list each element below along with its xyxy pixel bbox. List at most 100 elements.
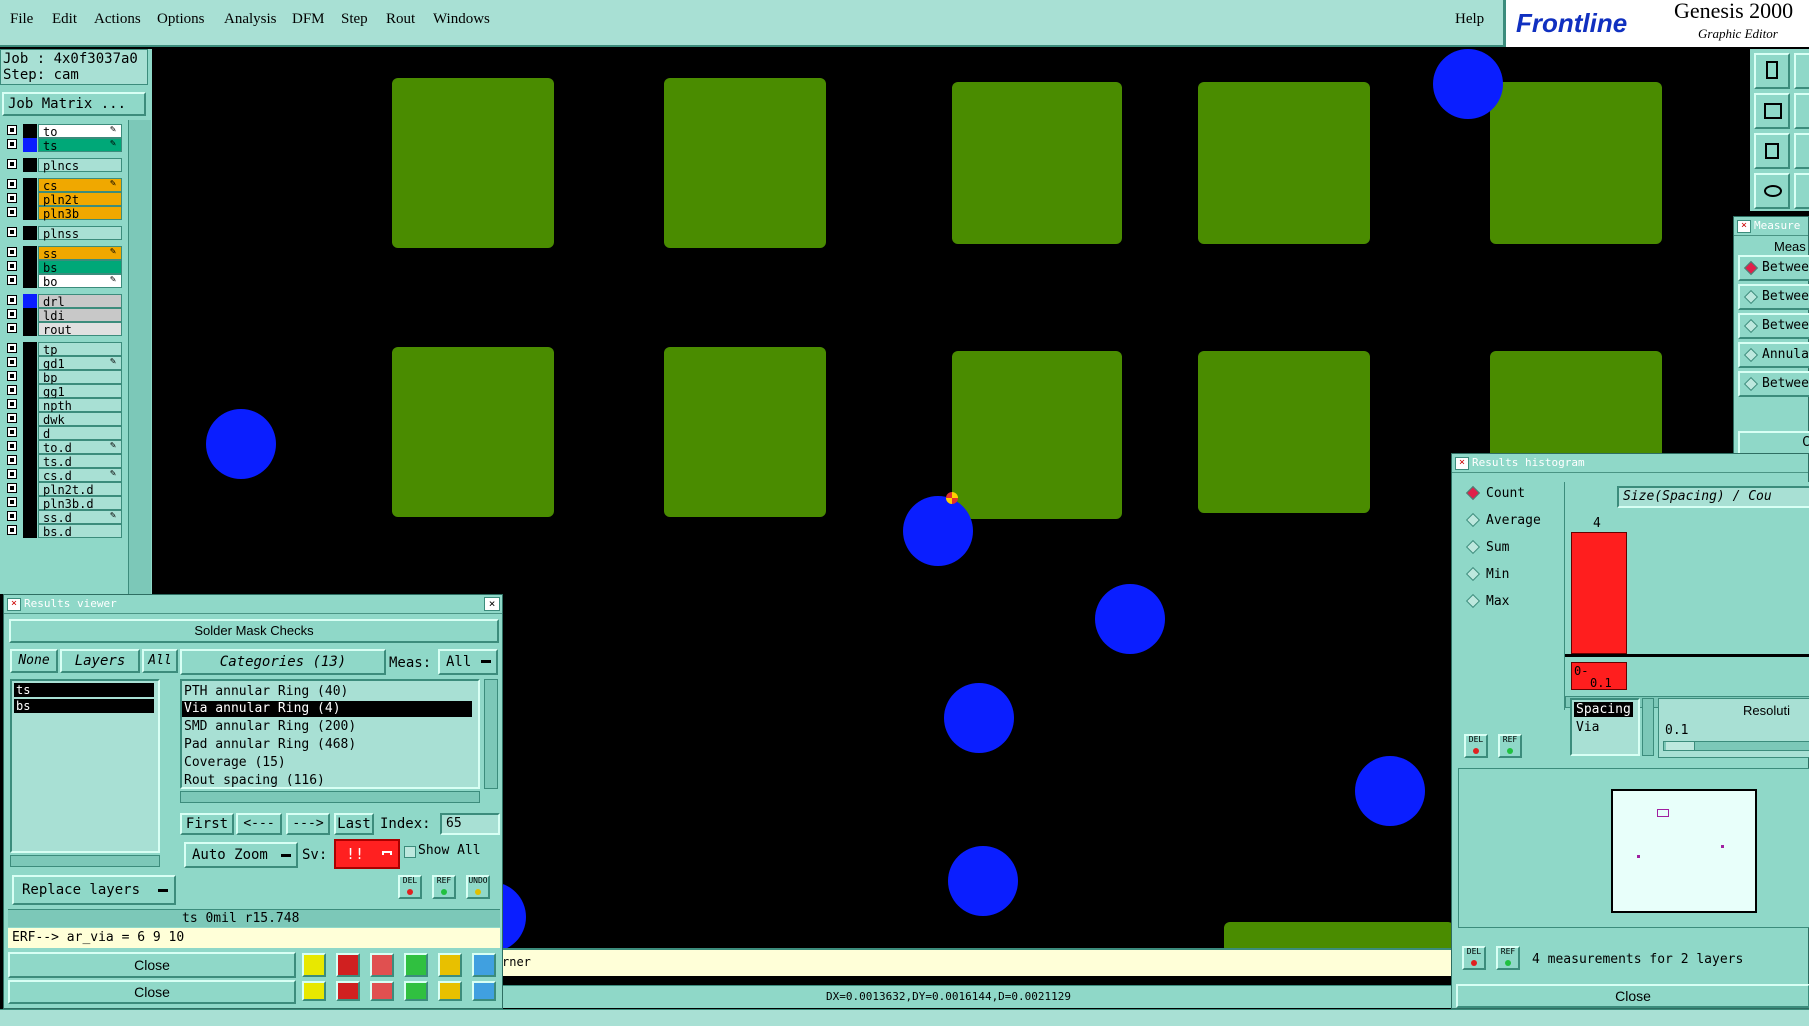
measure-option[interactable]: Betwee (1738, 313, 1809, 339)
undo-button[interactable]: UNDO (466, 875, 490, 899)
layer-color-swatch[interactable] (23, 138, 37, 152)
menu-analysis[interactable]: Analysis (224, 11, 277, 28)
layer-name[interactable]: rout (38, 322, 122, 337)
resolution-slider[interactable] (1663, 741, 1809, 751)
layer-checkbox[interactable] (7, 511, 17, 521)
ref-button[interactable]: REF (1498, 734, 1522, 758)
menu-step[interactable]: Step (341, 11, 368, 28)
menu-options[interactable]: Options (157, 11, 205, 28)
list-item[interactable]: Coverage (15) (184, 754, 286, 771)
layer-row-ldi[interactable]: ldi (4, 308, 122, 323)
layer-name[interactable]: pln2t.d (38, 482, 122, 497)
layer-color-swatch[interactable] (23, 510, 37, 524)
auto-zoom-dropdown[interactable]: Auto Zoom (184, 842, 298, 868)
menu-dfm[interactable]: DFM (292, 11, 325, 28)
layer-checkbox[interactable] (7, 139, 17, 149)
layer-checkbox[interactable] (7, 525, 17, 535)
clear-icon[interactable] (370, 953, 394, 977)
layer-row-cs[interactable]: cs ✎ (4, 178, 122, 193)
severity-dropdown[interactable]: !! (334, 839, 400, 869)
histogram-close-button[interactable]: Close (1456, 984, 1809, 1008)
layer-row-pln2t[interactable]: pln2t (4, 192, 122, 207)
list-item[interactable]: Via (1576, 720, 1599, 735)
layer-checkbox[interactable] (7, 179, 17, 189)
category-vscrollbar[interactable] (484, 679, 498, 789)
del-button[interactable]: DEL (398, 875, 422, 899)
layer-row-ts.d[interactable]: ts.d (4, 454, 122, 469)
mode-min[interactable]: Min (1458, 565, 1558, 585)
layer-row-ss.d[interactable]: ss.d ✎ (4, 510, 122, 525)
layer-checkbox[interactable] (7, 441, 17, 451)
window-icon[interactable] (1794, 133, 1809, 169)
layer-color-swatch[interactable] (23, 398, 37, 412)
layer-checkbox[interactable] (7, 159, 17, 169)
report-red-icon[interactable] (336, 953, 360, 977)
layer-color-swatch[interactable] (23, 322, 37, 336)
histogram-bar[interactable] (1571, 532, 1627, 654)
categories-button[interactable]: Categories (13) (180, 649, 386, 675)
layer-checkbox[interactable] (7, 193, 17, 203)
layer-color-swatch[interactable] (23, 370, 37, 384)
measure-titlebar[interactable]: × Measure (1734, 217, 1808, 236)
measure-option[interactable]: Annula (1738, 342, 1809, 368)
menu-help[interactable]: Help (1455, 11, 1484, 28)
layer-row-plnss[interactable]: plnss (4, 226, 122, 241)
replace-layers-dropdown[interactable]: Replace layers (12, 875, 176, 905)
layer-row-to[interactable]: to ✎ (4, 124, 122, 139)
category-list[interactable]: PTH annular Ring (40) Via annular Ring (… (180, 679, 480, 789)
prev-button[interactable]: <--- (236, 813, 282, 835)
sequence-icon[interactable] (404, 981, 428, 1001)
layer-row-pln3b[interactable]: pln3b (4, 206, 122, 221)
list-item[interactable]: SMD annular Ring (200) (184, 718, 356, 735)
measure-option[interactable]: Betwee (1738, 371, 1809, 397)
layer-name[interactable]: pln2t (38, 192, 122, 207)
list-item[interactable]: PTH annular Ring (40) (184, 683, 348, 700)
next-button[interactable]: ---> (286, 813, 330, 835)
layer-name[interactable]: pln3b (38, 206, 122, 221)
results-viewer-titlebar[interactable]: × Results viewer × (4, 595, 502, 614)
layer-color-swatch[interactable] (23, 412, 37, 426)
layer-checkbox[interactable] (7, 469, 17, 479)
window-menu-icon[interactable]: × (1737, 220, 1751, 233)
layer-color-swatch[interactable] (23, 206, 37, 220)
layer-name[interactable]: pln3b.d (38, 496, 122, 511)
chart-icon[interactable] (472, 981, 496, 1001)
sequence-icon[interactable] (404, 953, 428, 977)
layer-checkbox[interactable] (7, 357, 17, 367)
pan-up-icon[interactable] (1754, 53, 1790, 89)
layer-color-swatch[interactable] (23, 260, 37, 274)
layer-checkbox[interactable] (7, 309, 17, 319)
menu-windows[interactable]: Windows (433, 11, 490, 28)
document-icon[interactable] (438, 981, 462, 1001)
layer-color-swatch[interactable] (23, 440, 37, 454)
mode-sum[interactable]: Sum (1458, 538, 1558, 558)
list-item[interactable]: ts (14, 683, 154, 697)
layer-row-npth[interactable]: npth (4, 398, 122, 413)
window-icon[interactable] (1794, 173, 1809, 209)
layer-name[interactable]: bp (38, 370, 122, 385)
layer-checkbox[interactable] (7, 455, 17, 465)
layer-checkbox[interactable] (7, 385, 17, 395)
job-matrix-button[interactable]: Job Matrix ... (2, 92, 146, 116)
list-item[interactable]: Rout spacing (116) (184, 772, 325, 789)
window-menu-icon[interactable]: × (1455, 457, 1469, 470)
layer-list-scrollbar[interactable] (128, 120, 151, 594)
layer-checkbox[interactable] (7, 227, 17, 237)
layer-name[interactable]: bs.d (38, 524, 122, 539)
layer-name[interactable]: d (38, 426, 122, 441)
layer-row-d[interactable]: d (4, 426, 122, 441)
layer-row-ss[interactable]: ss ✎ (4, 246, 122, 261)
layer-color-swatch[interactable] (23, 342, 37, 356)
measure-option[interactable]: Betwee (1738, 255, 1809, 281)
layer-color-swatch[interactable] (23, 454, 37, 468)
layer-row-cs.d[interactable]: cs.d ✎ (4, 468, 122, 483)
layer-row-ts[interactable]: ts ✎ (4, 138, 122, 153)
layer-color-swatch[interactable] (23, 124, 37, 138)
layer-row-rout[interactable]: rout (4, 322, 122, 337)
menu-file[interactable]: File (10, 11, 33, 28)
index-input[interactable]: 65 (440, 813, 500, 835)
layer-row-bs[interactable]: bs (4, 260, 122, 275)
layer-checkbox[interactable] (7, 399, 17, 409)
chart-icon[interactable] (472, 953, 496, 977)
clear-icon[interactable] (370, 981, 394, 1001)
